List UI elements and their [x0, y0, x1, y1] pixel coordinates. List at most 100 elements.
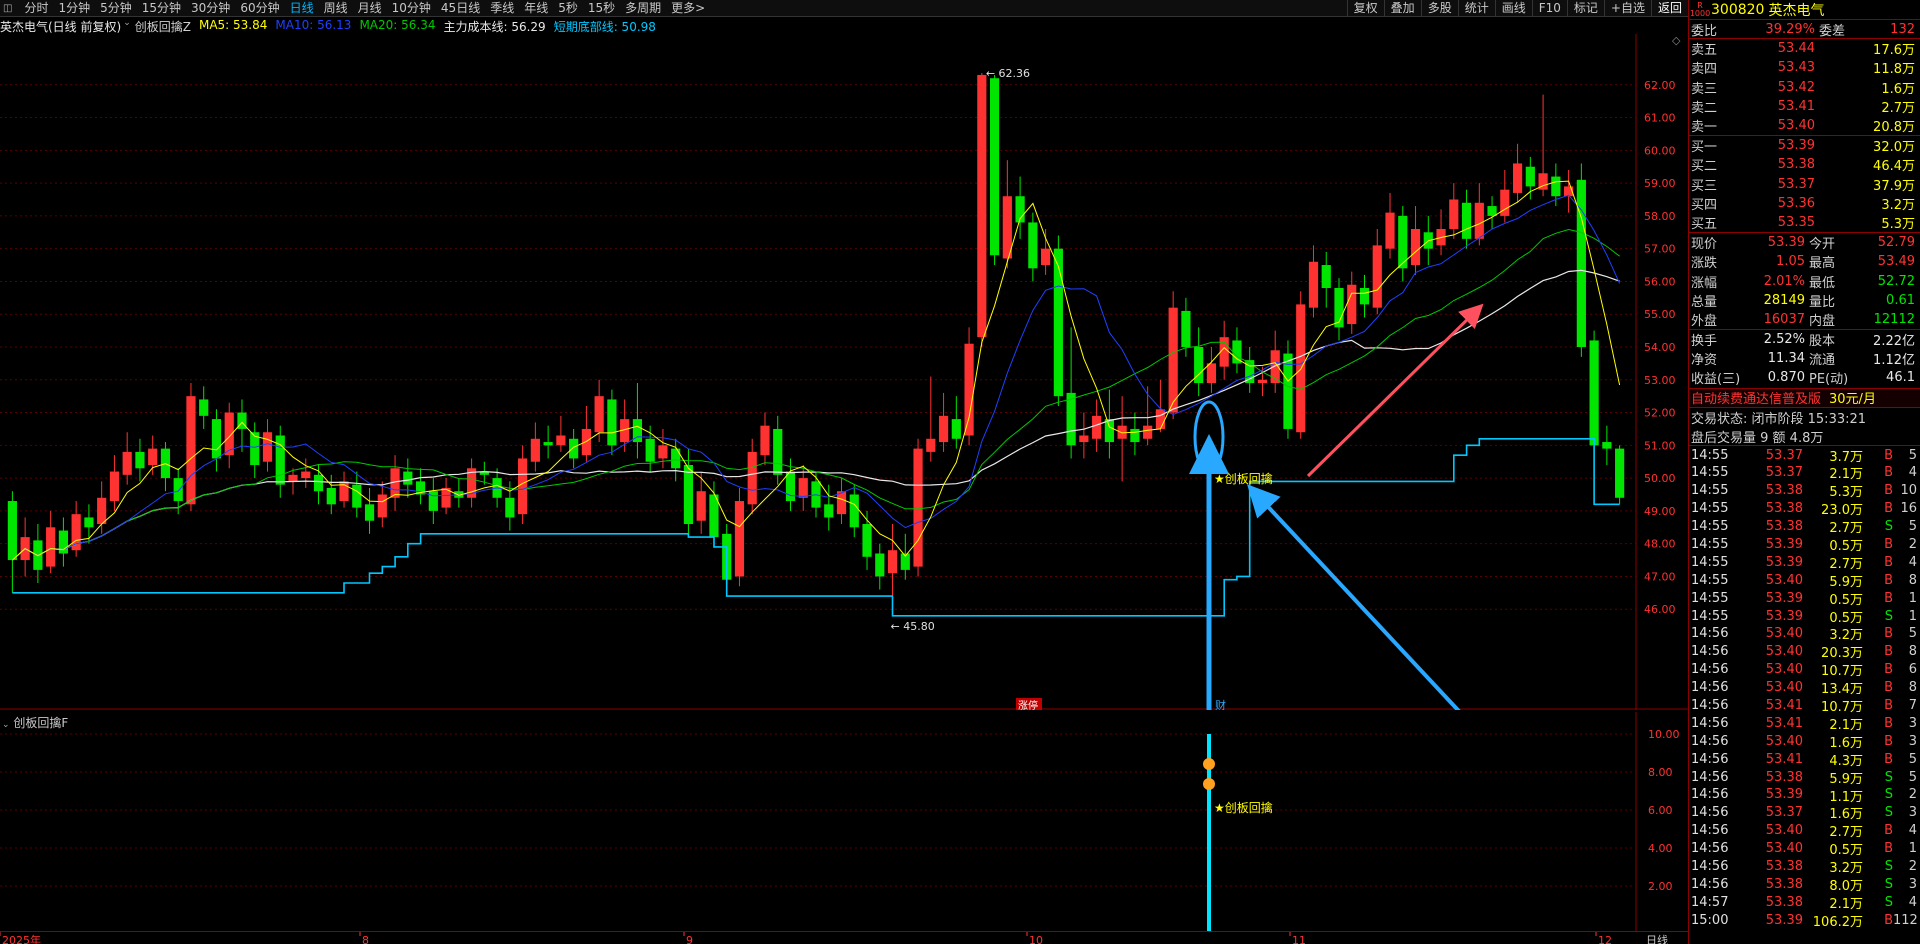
- candle: [109, 471, 120, 502]
- ma5-value: MA5: 53.84: [198, 18, 268, 32]
- tab-0[interactable]: 分时: [19, 0, 53, 17]
- candle: [1321, 265, 1331, 288]
- asks-row[interactable]: 卖一 53.40 20.8万: [1689, 116, 1920, 135]
- candle: [989, 78, 1000, 256]
- ma20-value: MA20: 56.34: [359, 18, 436, 32]
- candle: [887, 550, 898, 574]
- x-tick-label: 11: [1292, 934, 1306, 944]
- high-label: ← 62.36: [986, 67, 1030, 80]
- bids-row[interactable]: 买二 53.38 46.4万: [1689, 155, 1920, 174]
- candle: [288, 474, 298, 482]
- tab-1[interactable]: 1分钟: [53, 0, 95, 17]
- tab-4[interactable]: 30分钟: [186, 0, 235, 17]
- tab-13[interactable]: 5秒: [553, 0, 583, 17]
- tool-button-0[interactable]: 复权: [1346, 0, 1384, 17]
- tick-list[interactable]: 14:55 53.37 3.7万 B 5 14:55 53.37 2.1万 B 4 14:55 53.…: [1689, 446, 1920, 930]
- tab-16[interactable]: 更多>: [666, 0, 710, 17]
- candle: [760, 425, 770, 456]
- tool-button-1[interactable]: 叠加: [1383, 0, 1421, 17]
- candle: [581, 428, 591, 456]
- tool-button-3[interactable]: 统计: [1457, 0, 1495, 17]
- tab-5[interactable]: 60分钟: [235, 0, 284, 17]
- candle: [1308, 261, 1319, 308]
- candle: [530, 438, 540, 462]
- stock-title: 英杰电气(日线 前复权): [0, 20, 122, 34]
- candle: [1181, 310, 1191, 347]
- quote-row: 净资 11.34 流通 1.12亿: [1691, 351, 1915, 369]
- tab-14[interactable]: 15秒: [583, 0, 620, 17]
- tab-15[interactable]: 多周期: [620, 0, 666, 17]
- candle: [7, 501, 17, 561]
- sub-tick: 4.00: [1648, 842, 1673, 855]
- bids-row[interactable]: 买五 53.35 5.3万: [1689, 213, 1920, 232]
- quote-row: 涨跌 1.05 最高 53.49: [1691, 254, 1915, 272]
- tab-11[interactable]: 季线: [485, 0, 519, 17]
- tab-7[interactable]: 周线: [319, 0, 353, 17]
- tab-12[interactable]: 年线: [519, 0, 553, 17]
- diamond-icon[interactable]: ◇: [1672, 34, 1681, 47]
- bids-row[interactable]: 买一 53.39 32.0万: [1689, 136, 1920, 155]
- candle: [836, 491, 847, 515]
- candle: [1257, 379, 1268, 384]
- low-label: ← 45.80: [891, 620, 935, 633]
- tab-2[interactable]: 5分钟: [95, 0, 137, 17]
- promo-banner[interactable]: 自动续费通达信普及版 30元/月: [1689, 388, 1920, 408]
- indicator-name[interactable]: 创板回擒Z: [135, 18, 191, 34]
- indicator-subchart[interactable]: 10.00 8.00 6.00 4.00 2.00 ★创板回擒: [0, 712, 1688, 931]
- tick-row: 14:56 53.38 8.0万 S 3: [1691, 876, 1917, 894]
- candle: [313, 474, 324, 492]
- tool-button-7[interactable]: +自选: [1603, 0, 1651, 17]
- candle: [199, 399, 209, 416]
- candle: [951, 419, 961, 439]
- tick-row: 14:55 53.38 5.3万 B 10: [1691, 483, 1917, 501]
- quote-row: 收益(三) 0.870 PE(动) 46.1: [1691, 370, 1915, 388]
- tab-9[interactable]: 10分钟: [387, 0, 436, 17]
- price-tick: 59.00: [1644, 177, 1676, 190]
- tick-row: 14:56 53.38 5.9万 S 5: [1691, 769, 1917, 787]
- toolbar-menu-icon[interactable]: ◫: [0, 3, 15, 14]
- tick-row: 14:56 53.40 3.2万 B 5: [1691, 626, 1917, 644]
- ma10-value: MA10: 56.13: [275, 18, 352, 32]
- signal-arrow-diagonal: [1247, 484, 1461, 710]
- tab-6[interactable]: 日线: [285, 0, 319, 17]
- candle: [1576, 179, 1586, 347]
- candle: [403, 471, 413, 485]
- tool-button-5[interactable]: F10: [1531, 0, 1567, 17]
- x-tick-label: 2025年: [2, 933, 41, 944]
- price-tick: 58.00: [1644, 210, 1676, 223]
- tool-button-8[interactable]: 返回: [1650, 0, 1688, 17]
- candle: [926, 438, 936, 452]
- asks-row[interactable]: 卖二 53.41 2.7万: [1689, 97, 1920, 116]
- tick-row: 14:56 53.40 0.5万 B 1: [1691, 841, 1917, 859]
- chart-header: 英杰电气(日线 前复权) ⌄ 创板回擒Z MA5: 53.84 MA10: 56…: [0, 18, 664, 34]
- bids-row[interactable]: 买三 53.37 37.9万: [1689, 175, 1920, 194]
- tool-button-6[interactable]: 标记: [1566, 0, 1604, 17]
- candle: [1602, 442, 1612, 449]
- tick-row: 14:55 53.39 0.5万 S 1: [1691, 608, 1917, 626]
- period-label: 日线: [1646, 933, 1668, 944]
- tab-8[interactable]: 月线: [353, 0, 387, 17]
- asks-row[interactable]: 卖四 53.43 11.8万: [1689, 58, 1920, 77]
- tick-row: 14:56 53.37 1.6万 S 3: [1691, 805, 1917, 823]
- candle: [1474, 202, 1484, 239]
- price-tick: 49.00: [1644, 505, 1676, 518]
- bids-row[interactable]: 买四 53.36 3.2万: [1689, 194, 1920, 213]
- quote-stats-2: 换手 2.52% 股本 2.22亿 净资 11.34 流通 1.12亿 收益(三) 0.870 PE…: [1689, 330, 1920, 389]
- tab-3[interactable]: 15分钟: [137, 0, 186, 17]
- tool-button-4[interactable]: 画线: [1494, 0, 1532, 17]
- tool-button-2[interactable]: 多股: [1420, 0, 1458, 17]
- x-tick-label: 8: [362, 934, 369, 944]
- limit-up-badge: 涨停: [1016, 698, 1042, 710]
- candle: [1525, 166, 1535, 187]
- asks-row[interactable]: 卖五 53.44 17.6万: [1689, 39, 1920, 58]
- quote-row: 外盘 16037 内盘 12112: [1691, 311, 1915, 329]
- candle: [1487, 206, 1497, 216]
- tick-row: 14:55 53.39 0.5万 B 1: [1691, 590, 1917, 608]
- asks-row[interactable]: 卖三 53.42 1.6万: [1689, 78, 1920, 97]
- tab-10[interactable]: 45日线: [436, 0, 485, 17]
- tick-row: 14:56 53.40 1.6万 B 3: [1691, 733, 1917, 751]
- chevron-down-icon[interactable]: ⌄: [123, 18, 131, 34]
- tick-row: 14:56 53.40 20.3万 B 8: [1691, 644, 1917, 662]
- candlestick-chart[interactable]: 62.00 61.00 60.00 59.00 58.00 57.00 56.00 55.00…: [0, 34, 1688, 710]
- x-tick-label: 12: [1598, 934, 1612, 944]
